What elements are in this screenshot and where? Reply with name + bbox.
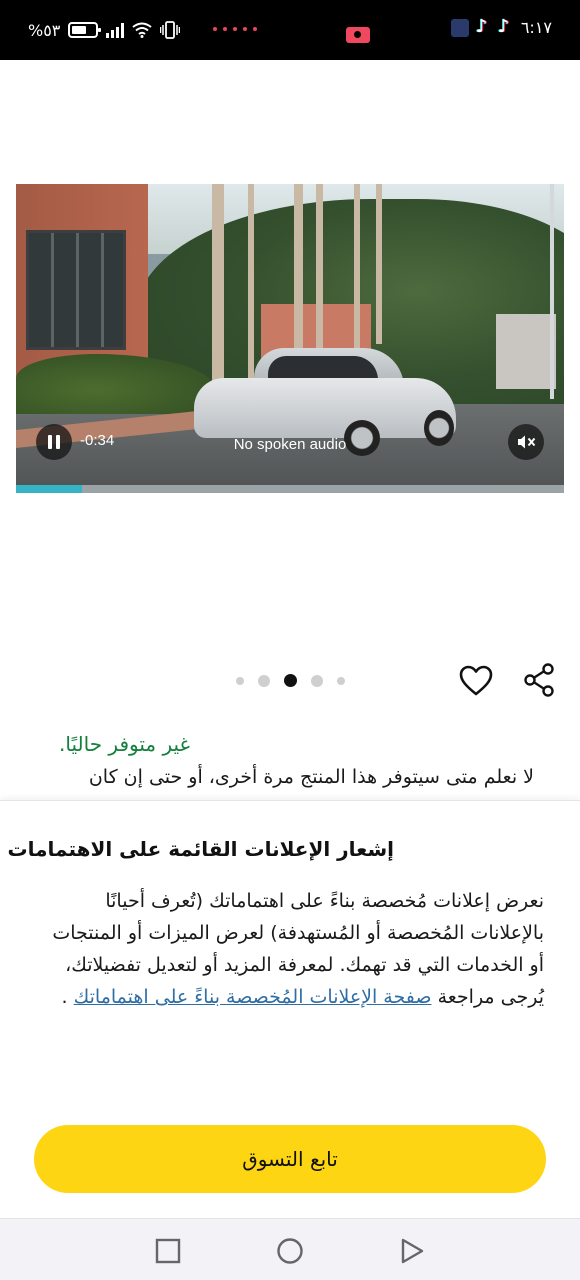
carousel-dot[interactable] (311, 674, 323, 687)
wifi-icon (132, 22, 153, 38)
battery-percent: %٥٣ (28, 20, 61, 40)
recording-dots (213, 27, 257, 31)
carousel-dot[interactable] (337, 676, 345, 685)
tiktok-icon (475, 16, 491, 37)
square-icon (155, 1238, 181, 1264)
app-notification-icon (450, 18, 469, 37)
navigation-bar (0, 1218, 580, 1280)
home-button[interactable] (276, 1237, 304, 1265)
product-video[interactable]: -0:34 No spoken audio (16, 184, 564, 493)
clock: ٦:١٧ (520, 18, 552, 37)
status-right: ٦:١٧ (450, 16, 552, 37)
triangle-icon (401, 1238, 424, 1264)
share-button[interactable] (522, 662, 558, 698)
availability-description: لا نعلم متى سيتوفر هذا المنتج مرة أخرى، … (88, 766, 534, 788)
video-progress-bar[interactable] (16, 485, 564, 493)
sheet-title: إشعار الإعلانات القائمة على الاهتمامات (7, 837, 394, 861)
heart-icon (459, 665, 493, 696)
interest-ads-link[interactable]: صفحة الإعلانات المُخصصة بناءً على اهتمام… (74, 986, 432, 1008)
favorite-button[interactable] (458, 663, 494, 699)
mute-button[interactable] (508, 424, 544, 460)
share-icon (524, 663, 554, 697)
recents-button[interactable] (154, 1237, 182, 1265)
battery-icon (68, 22, 102, 38)
circle-icon (277, 1238, 303, 1264)
carousel-dot[interactable] (236, 676, 244, 685)
signal-icon (106, 22, 125, 38)
mute-icon (518, 435, 536, 449)
back-button[interactable] (398, 1237, 426, 1265)
carousel-dot-active[interactable] (284, 674, 297, 687)
video-progress-fill (16, 485, 82, 493)
sheet-body-end: . (61, 986, 68, 1008)
tiktok-icon-2 (497, 16, 513, 37)
interest-ads-sheet: إشعار الإعلانات القائمة على الاهتمامات ن… (0, 800, 580, 1218)
availability-status: غير متوفر حاليًا. (59, 732, 190, 756)
carousel-dots (236, 674, 345, 687)
sheet-body: نعرض إعلانات مُخصصة بناءً على اهتماماتك … (32, 885, 544, 1013)
app-screen: %٥٣ ٦:١٧ (0, 0, 580, 1280)
continue-shopping-button[interactable]: تابع التسوق (34, 1125, 546, 1193)
status-bar: %٥٣ ٦:١٧ (0, 0, 580, 60)
status-left: %٥٣ (28, 18, 181, 42)
screen-record-icon (346, 27, 370, 43)
vibrate-icon (160, 21, 181, 39)
carousel-dot[interactable] (258, 674, 270, 687)
video-caption: No spoken audio (233, 436, 347, 453)
